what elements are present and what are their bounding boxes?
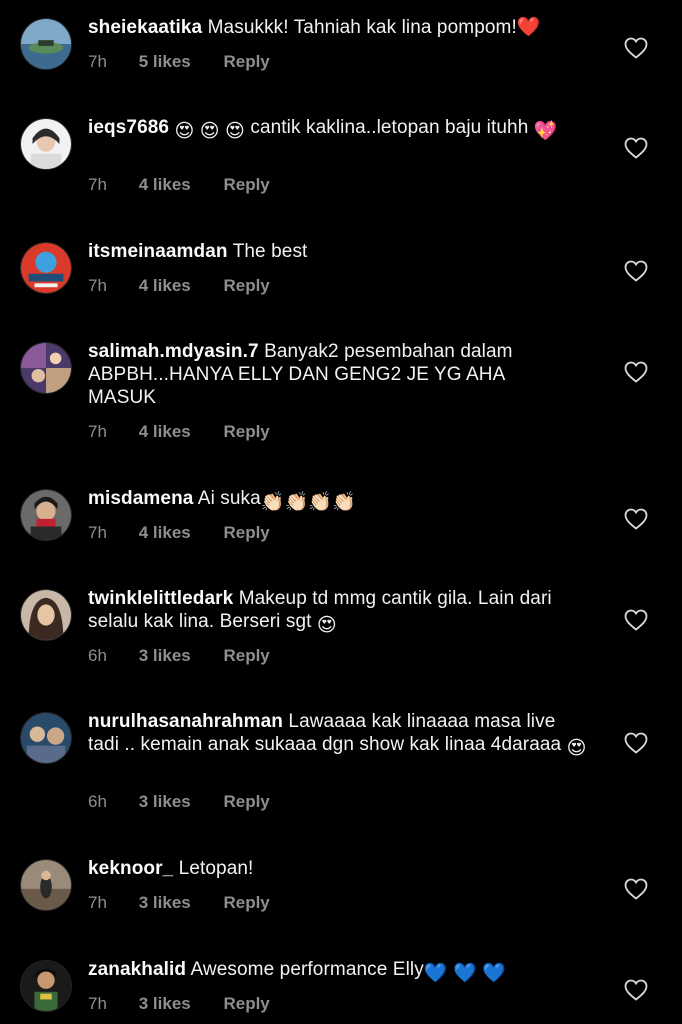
comment-likes[interactable]: 4 likes bbox=[139, 175, 219, 195]
avatar[interactable] bbox=[20, 242, 72, 294]
comment-body: ieqs7686 😍 😍 😍 cantik kaklina..letopan b… bbox=[88, 116, 598, 143]
comment-time: 7h bbox=[88, 175, 107, 194]
clapping-hands-emoji: 👏🏻👏🏻👏🏻👏🏻 bbox=[260, 492, 356, 513]
avatar[interactable] bbox=[20, 712, 72, 764]
comment-text: The best bbox=[232, 241, 308, 262]
comment-likes[interactable]: 4 likes bbox=[139, 422, 219, 442]
comment-likes[interactable]: 4 likes bbox=[139, 523, 219, 543]
reply-button[interactable]: Reply bbox=[223, 994, 269, 1014]
comment-meta: 7h 4 likes Reply bbox=[88, 523, 270, 543]
comment-meta: 7h 3 likes Reply bbox=[88, 994, 270, 1014]
reply-button[interactable]: Reply bbox=[223, 175, 269, 195]
comment-body: keknoor_ Letopan! bbox=[88, 857, 598, 880]
reply-button[interactable]: Reply bbox=[223, 792, 269, 812]
reply-button[interactable]: Reply bbox=[223, 276, 269, 296]
comment-username[interactable]: salimah.mdyasin.7 bbox=[88, 341, 259, 362]
comment-time: 6h bbox=[88, 792, 107, 811]
comment-text: Masukkk! Tahniah kak lina pompom! bbox=[207, 17, 517, 38]
avatar[interactable] bbox=[20, 489, 72, 541]
avatar[interactable] bbox=[20, 342, 72, 394]
comment-meta: 7h 5 likes Reply bbox=[88, 52, 270, 72]
like-heart-icon[interactable] bbox=[624, 732, 648, 754]
comment-body: itsmeinaamdan The best bbox=[88, 240, 598, 263]
avatar-image bbox=[21, 119, 71, 169]
comment-body: misdamena Ai suka👏🏻👏🏻👏🏻👏🏻 bbox=[88, 487, 598, 514]
comment-meta: 7h 4 likes Reply bbox=[88, 422, 270, 442]
comment-time: 7h bbox=[88, 52, 107, 71]
reply-button[interactable]: Reply bbox=[223, 893, 269, 913]
avatar-image bbox=[21, 343, 71, 393]
avatar[interactable] bbox=[20, 859, 72, 911]
comment-time: 6h bbox=[88, 646, 107, 665]
comment-username[interactable]: zanakhalid bbox=[88, 959, 186, 980]
comment-username[interactable]: itsmeinaamdan bbox=[88, 241, 228, 262]
avatar-image bbox=[21, 961, 71, 1011]
avatar-image bbox=[21, 490, 71, 540]
avatar-image bbox=[21, 860, 71, 910]
blue-heart-emoji: 💙 💙 💙 bbox=[423, 963, 506, 984]
comment-username[interactable]: ieqs7686 bbox=[88, 117, 169, 138]
comment-likes[interactable]: 3 likes bbox=[139, 893, 219, 913]
comment-body: sheiekaatika Masukkk! Tahniah kak lina p… bbox=[88, 16, 598, 39]
comment-text: Letopan! bbox=[178, 858, 254, 879]
avatar[interactable] bbox=[20, 960, 72, 1012]
comment-body: zanakhalid Awesome performance Elly💙 💙 💙 bbox=[88, 958, 598, 985]
reply-button[interactable]: Reply bbox=[223, 52, 269, 72]
avatar[interactable] bbox=[20, 118, 72, 170]
avatar-image bbox=[21, 590, 71, 640]
comment-likes[interactable]: 3 likes bbox=[139, 792, 219, 812]
heart-eyes-emoji: 😍 😍 😍 bbox=[174, 121, 245, 142]
comment-username[interactable]: sheiekaatika bbox=[88, 17, 202, 38]
like-heart-icon[interactable] bbox=[624, 137, 648, 159]
comment-username[interactable]: misdamena bbox=[88, 488, 193, 509]
like-heart-icon[interactable] bbox=[624, 508, 648, 530]
comment-username[interactable]: keknoor_ bbox=[88, 858, 173, 879]
comment-body: nurulhasanahrahman Lawaaaa kak linaaaa m… bbox=[88, 710, 588, 760]
comment-meta: 6h 3 likes Reply bbox=[88, 792, 270, 812]
reply-button[interactable]: Reply bbox=[223, 523, 269, 543]
avatar-image bbox=[21, 713, 71, 763]
heart-eyes-emoji: 😍 bbox=[316, 615, 337, 636]
comment-body: salimah.mdyasin.7 Banyak2 pesembahan dal… bbox=[88, 340, 558, 409]
comment-text: Ai suka bbox=[197, 488, 261, 509]
like-heart-icon[interactable] bbox=[624, 609, 648, 631]
comment-likes[interactable]: 4 likes bbox=[139, 276, 219, 296]
comment-time: 7h bbox=[88, 994, 107, 1013]
comment-username[interactable]: nurulhasanahrahman bbox=[88, 711, 283, 732]
comment-text: cantik kaklina..letopan baju ituhh bbox=[250, 117, 529, 138]
comment-time: 7h bbox=[88, 893, 107, 912]
comment-likes[interactable]: 5 likes bbox=[139, 52, 219, 72]
reply-button[interactable]: Reply bbox=[223, 422, 269, 442]
comment-body: twinklelittledark Makeup td mmg cantik g… bbox=[88, 587, 568, 637]
comment-username[interactable]: twinklelittledark bbox=[88, 588, 233, 609]
comment-time: 7h bbox=[88, 523, 107, 542]
sparkling-heart-emoji: 💖 bbox=[533, 121, 558, 142]
reply-button[interactable]: Reply bbox=[223, 646, 269, 666]
like-heart-icon[interactable] bbox=[624, 878, 648, 900]
comment-meta: 7h 3 likes Reply bbox=[88, 893, 270, 913]
like-heart-icon[interactable] bbox=[624, 260, 648, 282]
like-heart-icon[interactable] bbox=[624, 37, 648, 59]
comment-meta: 6h 3 likes Reply bbox=[88, 646, 270, 666]
comment-meta: 7h 4 likes Reply bbox=[88, 276, 270, 296]
comment-time: 7h bbox=[88, 422, 107, 441]
red-heart-emoji: ❤️ bbox=[516, 17, 541, 38]
comment-likes[interactable]: 3 likes bbox=[139, 994, 219, 1014]
avatar-image bbox=[21, 243, 71, 293]
avatar[interactable] bbox=[20, 18, 72, 70]
avatar-image bbox=[21, 19, 71, 69]
heart-eyes-emoji: 😍 bbox=[566, 738, 587, 759]
like-heart-icon[interactable] bbox=[624, 361, 648, 383]
comment-time: 7h bbox=[88, 276, 107, 295]
avatar[interactable] bbox=[20, 589, 72, 641]
comment-meta: 7h 4 likes Reply bbox=[88, 175, 270, 195]
comment-likes[interactable]: 3 likes bbox=[139, 646, 219, 666]
like-heart-icon[interactable] bbox=[624, 979, 648, 1001]
comment-text: Awesome performance Elly bbox=[190, 959, 424, 980]
